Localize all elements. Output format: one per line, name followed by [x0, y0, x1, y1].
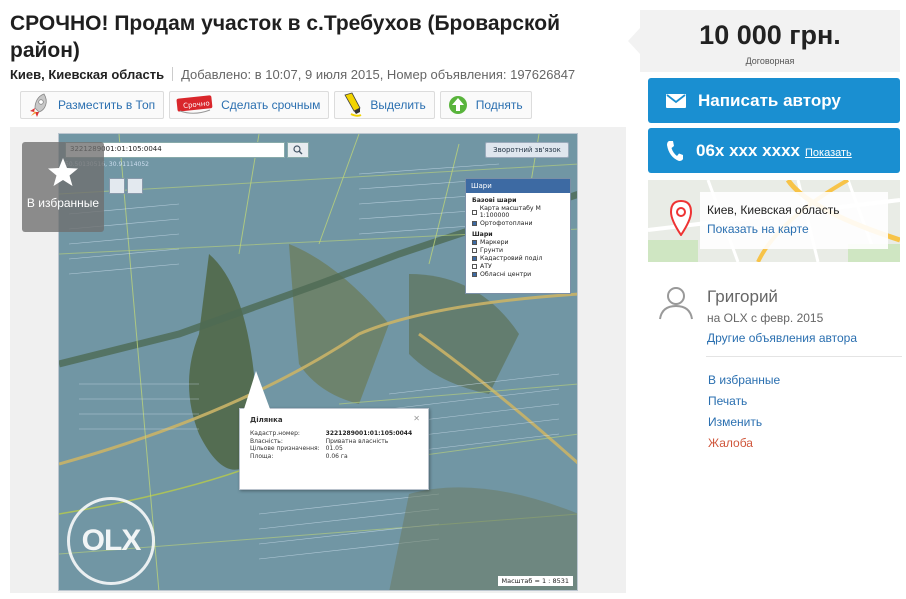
user-avatar-icon [659, 287, 693, 320]
up-arrow-icon [448, 96, 467, 114]
map-scale: Масштаб = 1 : 8531 [497, 576, 573, 586]
promote-top-button[interactable]: Разместить в Топ [20, 91, 165, 119]
author-since: на OLX с февр. 2015 [707, 311, 824, 325]
add-favorite-link[interactable]: В избранные [708, 373, 780, 394]
listing-meta: Киев, Киевская область Добавлено: в 10:07… [10, 67, 575, 82]
price: 10 000 грн. [699, 20, 841, 50]
layers-panel: Шари Базові шари Карта масштабу М 1:1000… [465, 178, 571, 294]
other-ads-link[interactable]: Другие объявления автора [707, 331, 857, 345]
close-icon: ✕ [413, 414, 420, 423]
base-layer-label: Ортофотоплани [480, 220, 533, 227]
photo-favorite-button[interactable]: В избранные [22, 142, 104, 232]
layer-label: Грунти [480, 247, 504, 254]
checkbox-icon [472, 248, 477, 253]
highlight-button[interactable]: Выделить [334, 91, 435, 119]
table-row: Площа: 0.06 га [250, 453, 418, 461]
layer-label: АТУ [480, 263, 492, 270]
price-note: Договорная [745, 56, 795, 66]
star-icon [48, 158, 78, 186]
layer-label: Обласні центри [480, 271, 532, 278]
info-value: 0.06 га [325, 452, 348, 460]
feedback-button: Зворотний зв'язок [485, 142, 569, 158]
layer-label: Кадастровий поділ [480, 255, 543, 262]
popup-title: Ділянка [250, 416, 283, 424]
cadastre-search-button [287, 142, 309, 158]
make-urgent-button[interactable]: Срочно Сделать срочным [169, 91, 330, 119]
bump-button[interactable]: Поднять [439, 91, 532, 119]
show-on-map-link[interactable]: Показать на карте [707, 222, 888, 236]
layers-panel-header: Шари [466, 179, 570, 193]
search-icon [293, 145, 303, 155]
show-phone-link[interactable]: Показать [805, 147, 852, 159]
phone-button[interactable]: 06х ххх хххх Показать [648, 128, 900, 173]
promo-actions: Разместить в Топ Срочно Сделать срочным … [20, 91, 532, 119]
write-author-button[interactable]: Написать автору [648, 78, 900, 123]
write-author-label: Написать автору [698, 90, 841, 110]
olx-watermark-logo: OLX [67, 497, 155, 585]
checkbox-icon [472, 256, 477, 261]
bump-label: Поднять [475, 98, 523, 112]
location-link[interactable]: Киев, Киевская область [10, 67, 164, 82]
layer-row: Обласні центри [472, 271, 564, 278]
complaint-link[interactable]: Жалоба [708, 436, 780, 457]
info-value: 01.05 [325, 445, 343, 452]
meta-divider [172, 67, 174, 81]
highlight-label: Выделить [370, 98, 426, 112]
info-key: Кадастр.номер: [250, 430, 300, 437]
ad-links: В избранные Печать Изменить Жалоба [708, 373, 780, 457]
checkbox-icon [472, 240, 477, 245]
info-value: 3221289001:01:105:0044 [325, 430, 413, 437]
added-info: Добавлено: в 10:07, 9 июля 2015, Номер о… [181, 67, 576, 82]
info-key: Власність: [250, 437, 283, 445]
price-box: 10 000 грн. Договорная [628, 10, 900, 72]
location-map[interactable]: Киев, Киевская область Показать на карте [648, 180, 900, 262]
map-location-text: Киев, Киевская область [707, 203, 840, 217]
make-urgent-label: Сделать срочным [221, 98, 321, 112]
select-tool-icon [127, 178, 143, 194]
rocket-icon [30, 93, 47, 117]
info-key: Площа: [250, 452, 274, 460]
phone-number: 06х ххх хххх [696, 140, 800, 160]
layer-label: Маркери [480, 239, 509, 246]
listing-title: СРОЧНО! Продам участок в с.Требухов (Бро… [10, 12, 560, 62]
map-tools [109, 178, 143, 194]
base-layer-row: Ортофотоплани [472, 220, 564, 227]
feedback-label: Зворотний зв'язок [493, 146, 561, 154]
info-key: Цільове призначення: [250, 445, 320, 452]
author-name: Григорий [707, 287, 778, 306]
table-row: Цільове призначення: 01.05 [250, 445, 418, 453]
radio-icon [472, 221, 477, 226]
layer-row: Грунти [472, 247, 564, 254]
phone-icon [667, 140, 683, 161]
layers-section-title: Шари [472, 231, 493, 238]
print-link[interactable]: Печать [708, 394, 780, 415]
urgent-badge-icon: Срочно [176, 95, 213, 114]
base-layers-title: Базові шари [472, 197, 517, 204]
layer-row: Маркери [472, 239, 564, 246]
envelope-icon [666, 93, 686, 108]
layer-row: АТУ [472, 263, 564, 270]
parcel-popup: Ділянка ✕ Кадастр.номер: 3221289001:01:10… [239, 371, 429, 490]
layer-row: Кадастровий поділ [472, 255, 564, 262]
photo-favorite-label: В избранные [26, 196, 100, 210]
sidebar-divider [706, 356, 902, 357]
popup-tail [244, 371, 270, 409]
map-pin-icon [670, 200, 692, 236]
print-tool-icon [109, 178, 125, 194]
table-row: Кадастр.номер: 3221289001:01:105:0044 [250, 430, 418, 438]
base-layer-row: Карта масштабу М 1:100000 [472, 205, 564, 219]
info-value: Приватна власність [325, 437, 389, 445]
parcel-info-table: Кадастр.номер: 3221289001:01:105:0044 Вла… [250, 430, 418, 460]
radio-icon [472, 209, 477, 215]
base-layer-label: Карта масштабу М 1:100000 [479, 205, 541, 219]
checkbox-icon [472, 264, 477, 269]
checkbox-icon [472, 272, 477, 277]
edit-link[interactable]: Изменить [708, 415, 780, 436]
map-card: Киев, Киевская область Показать на карте [700, 192, 888, 249]
promote-top-label: Разместить в Топ [58, 98, 156, 112]
table-row: Власність: Приватна власність [250, 438, 418, 446]
highlighter-icon [344, 92, 362, 117]
